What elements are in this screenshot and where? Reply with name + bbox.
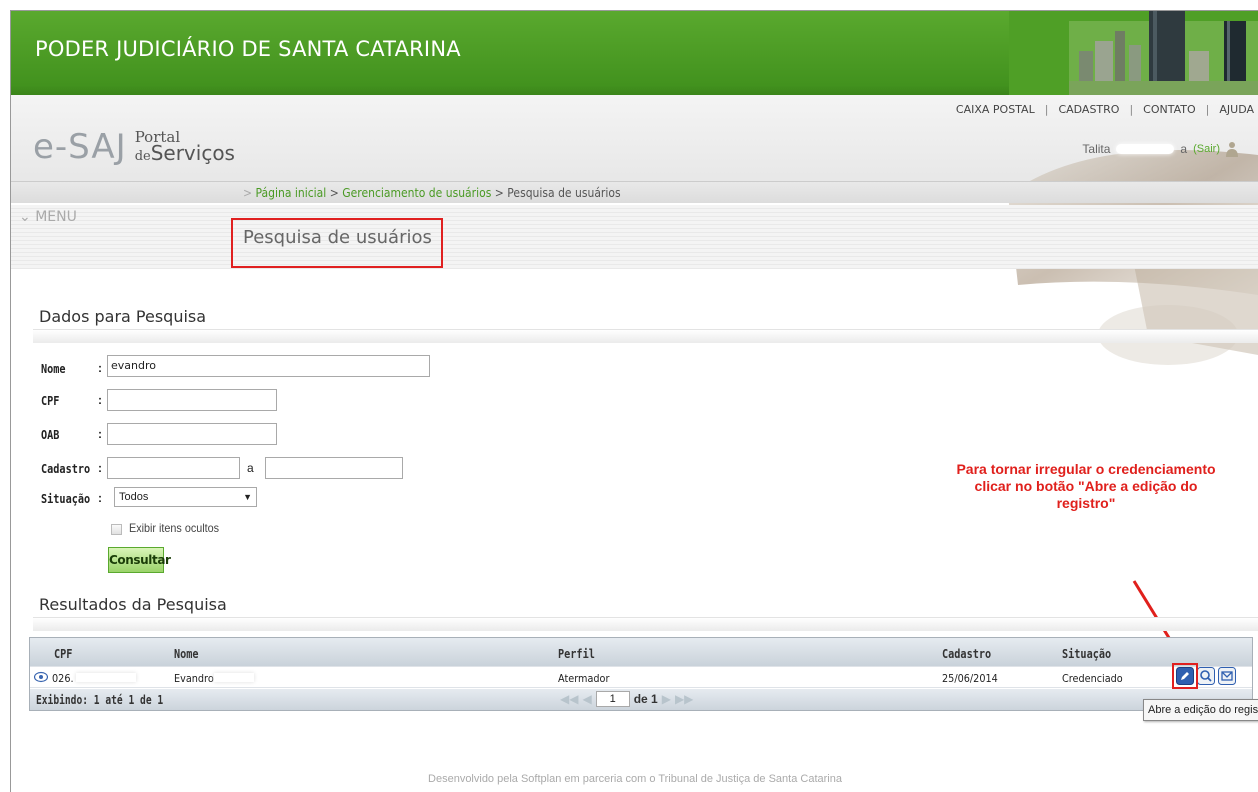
cpf-label: CPF (41, 394, 60, 408)
table-footer: Exibindo: 1 até 1 de 1 ◀◀ ◀ 1 de 1 ▶ ▶▶ (30, 689, 1252, 710)
edit-tooltip: Abre a edição do registro (1143, 699, 1258, 721)
cadastro-to-input[interactable] (265, 457, 403, 479)
esaj-logo[interactable]: e-SAJ Portal deServiços (33, 129, 235, 165)
oab-label: OAB (41, 428, 60, 442)
chevron-down-icon: ▼ (243, 492, 252, 502)
breadcrumb-bar (11, 181, 1258, 203)
redacted-cpf (76, 673, 136, 682)
next-page-icon[interactable]: ▶ (662, 692, 671, 706)
user-name-suffix: a (1180, 142, 1188, 156)
banner-title: PODER JUDICIÁRIO DE SANTA CATARINA (35, 37, 461, 61)
cell-situacao: Credenciado (1062, 672, 1123, 685)
results-section-divider (33, 617, 1258, 631)
oab-input[interactable] (107, 423, 277, 445)
cpf-input[interactable] (107, 389, 277, 411)
results-section-title: Resultados da Pesquisa (39, 595, 227, 614)
situacao-label: Situação (41, 492, 91, 506)
first-page-icon[interactable]: ◀◀ (560, 692, 578, 706)
exibir-ocultos-checkbox[interactable] (111, 524, 122, 535)
table-row[interactable]: 026. Evandro Atermador 25/06/2014 Creden… (30, 666, 1252, 688)
top-links: CAIXA POSTAL | CADASTRO | CONTATO | AJUD… (955, 103, 1254, 116)
page-frame: PODER JUDICIÁRIO DE SANTA CATARINA e-SAJ… (10, 10, 1258, 792)
column-perfil[interactable]: Perfil (558, 647, 595, 661)
magnifier-icon[interactable] (1197, 667, 1215, 685)
redacted-surname (1116, 144, 1175, 154)
logo-main: e-SAJ (33, 127, 127, 167)
breadcrumb-current: Pesquisa de usuários (507, 186, 621, 200)
skyline-image (1009, 11, 1258, 95)
breadcrumb-user-management[interactable]: Gerenciamento de usuários (342, 186, 491, 200)
nome-input[interactable]: evandro (107, 355, 430, 377)
exibindo-count: Exibindo: 1 até 1 de 1 (36, 693, 164, 707)
footer-text: Desenvolvido pela Softplan em parceria c… (428, 773, 842, 785)
breadcrumb-home[interactable]: Página inicial (256, 186, 327, 200)
caixa-postal-link[interactable]: CAIXA POSTAL (956, 103, 1035, 116)
nome-label: Nome (41, 362, 66, 376)
menu-bar (11, 205, 1258, 269)
cell-nome: Evandro (174, 672, 214, 685)
search-section-title: Dados para Pesquisa (39, 307, 207, 326)
annotation-note: Para tornar irregular o credenciamento c… (956, 461, 1216, 511)
cell-cadastro: 25/06/2014 (942, 672, 998, 685)
breadcrumb: > Página inicial > Gerenciamento de usuá… (243, 186, 621, 200)
logo-portal: Portal deServiços (134, 128, 235, 165)
user-box: Talita a (Sair) (1082, 141, 1238, 157)
column-cpf[interactable]: CPF (54, 647, 72, 661)
cadastro-label: Cadastro (41, 462, 91, 476)
last-page-icon[interactable]: ▶▶ (675, 692, 693, 706)
edit-button-highlight (1172, 663, 1198, 689)
column-nome[interactable]: Nome (174, 647, 199, 661)
pager: ◀◀ ◀ 1 de 1 ▶ ▶▶ (560, 691, 693, 707)
header-banner: PODER JUDICIÁRIO DE SANTA CATARINA (11, 11, 1258, 95)
cadastro-from-input[interactable] (107, 457, 240, 479)
contato-link[interactable]: CONTATO (1143, 103, 1195, 116)
user-name: Talita (1082, 142, 1111, 156)
page-number-input[interactable]: 1 (595, 691, 630, 707)
envelope-icon[interactable] (1218, 667, 1236, 685)
cadastro-range-separator: a (247, 461, 254, 475)
cell-perfil: Atermador (558, 672, 610, 685)
page-total: de 1 (633, 692, 658, 706)
eye-icon[interactable] (34, 671, 48, 683)
previous-page-icon[interactable]: ◀ (582, 692, 591, 706)
cadastro-link[interactable]: CADASTRO (1058, 103, 1119, 116)
ajuda-link[interactable]: AJUDA (1219, 103, 1254, 116)
page-title: Pesquisa de usuários (243, 227, 432, 248)
column-situacao[interactable]: Situação (1062, 647, 1111, 661)
results-table: CPF Nome Perfil Cadastro Situação 026. E… (29, 637, 1253, 711)
sair-link[interactable]: (Sair) (1193, 143, 1220, 155)
chevron-down-icon: ⌄ (19, 209, 31, 225)
redacted-name (214, 673, 254, 682)
column-cadastro[interactable]: Cadastro (942, 647, 991, 661)
situacao-select[interactable]: Todos ▼ (114, 487, 257, 507)
table-header: CPF Nome Perfil Cadastro Situação (30, 638, 1252, 666)
cell-cpf: 026. (52, 672, 74, 685)
user-icon (1226, 142, 1238, 157)
menu-toggle[interactable]: ⌄ MENU (19, 209, 77, 225)
exibir-ocultos-label: Exibir itens ocultos (129, 521, 220, 535)
search-section-divider (33, 329, 1258, 343)
consultar-button[interactable]: Consultar (108, 547, 171, 573)
